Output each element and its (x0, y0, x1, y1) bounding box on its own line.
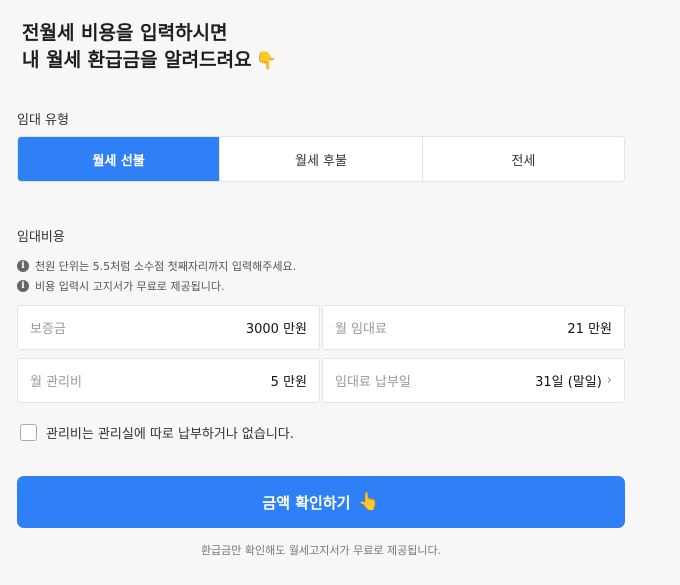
info-note: i 비용 입력시 고지서가 무료로 제공됩니다. (17, 276, 296, 296)
headline-line1: 전월세 비용을 입력하시면 (22, 22, 228, 44)
monthly-rent-label: 월 임대료 (335, 322, 387, 337)
rent-cost-label: 임대비용 (17, 230, 65, 245)
payment-day-label: 임대료 납부일 (335, 375, 411, 390)
rent-type-jeonse[interactable]: 전세 (422, 137, 624, 181)
rent-type-label: 임대 유형 (17, 113, 69, 128)
maintenance-separate-label[interactable]: 관리비는 관리실에 따로 납부하거나 없습니다. (46, 423, 294, 442)
rent-type-selector: 월세 선불 월세 후불 전세 (17, 136, 625, 182)
maintenance-fee-label: 월 관리비 (30, 375, 82, 390)
info-note-text: 천원 단위는 5.5처럼 소수점 첫째자리까지 입력해주세요. (35, 260, 297, 273)
maintenance-separate-option: 관리비는 관리실에 따로 납부하거나 없습니다. (20, 423, 294, 442)
headline-line2: 내 월세 환급금을 알려드려요 👇 (22, 47, 277, 75)
chevron-right-icon: › (606, 373, 612, 388)
rent-type-monthly-prepaid[interactable]: 월세 선불 (18, 137, 221, 181)
maintenance-fee-field[interactable]: 월 관리비 5 만원 (17, 358, 320, 403)
payment-day-select[interactable]: 임대료 납부일 31일 (말일) › (322, 358, 625, 403)
info-note-text: 비용 입력시 고지서가 무료로 제공됩니다. (35, 280, 225, 293)
monthly-rent-field[interactable]: 월 임대료 21 만원 (322, 305, 625, 350)
info-icon: i (17, 280, 29, 292)
rent-type-monthly-postpaid[interactable]: 월세 후불 (220, 137, 423, 181)
maintenance-separate-checkbox[interactable] (20, 424, 37, 441)
deposit-field[interactable]: 보증금 3000 만원 (17, 305, 320, 350)
check-amount-label: 금액 확인하기 (262, 493, 351, 512)
info-note: i 천원 단위는 5.5처럼 소수점 첫째자리까지 입력해주세요. (17, 256, 296, 276)
deposit-value: 3000 만원 (245, 322, 307, 337)
payment-day-value-wrap: 31일 (말일) › (535, 371, 612, 390)
pointing-down-icon: 👇 (255, 51, 277, 71)
headline-line2-text: 내 월세 환급금을 알려드려요 (22, 49, 252, 71)
rent-refund-form: 전월세 비용을 입력하시면 내 월세 환급금을 알려드려요 👇 임대 유형 월세 … (0, 0, 680, 585)
check-amount-button[interactable]: 금액 확인하기 👆 (17, 476, 625, 528)
deposit-label: 보증금 (30, 322, 66, 337)
info-notes: i 천원 단위는 5.5처럼 소수점 첫째자리까지 입력해주세요. i 비용 입… (17, 256, 296, 296)
headline: 전월세 비용을 입력하시면 내 월세 환급금을 알려드려요 👇 (22, 20, 277, 75)
footnote: 환급금만 확인해도 월세고지서가 무료로 제공됩니다. (200, 544, 442, 557)
info-icon: i (17, 260, 29, 272)
maintenance-fee-value: 5 만원 (270, 375, 307, 390)
pointing-up-icon: 👆 (358, 492, 380, 512)
monthly-rent-value: 21 만원 (567, 322, 612, 337)
payment-day-value: 31일 (말일) (535, 375, 602, 390)
